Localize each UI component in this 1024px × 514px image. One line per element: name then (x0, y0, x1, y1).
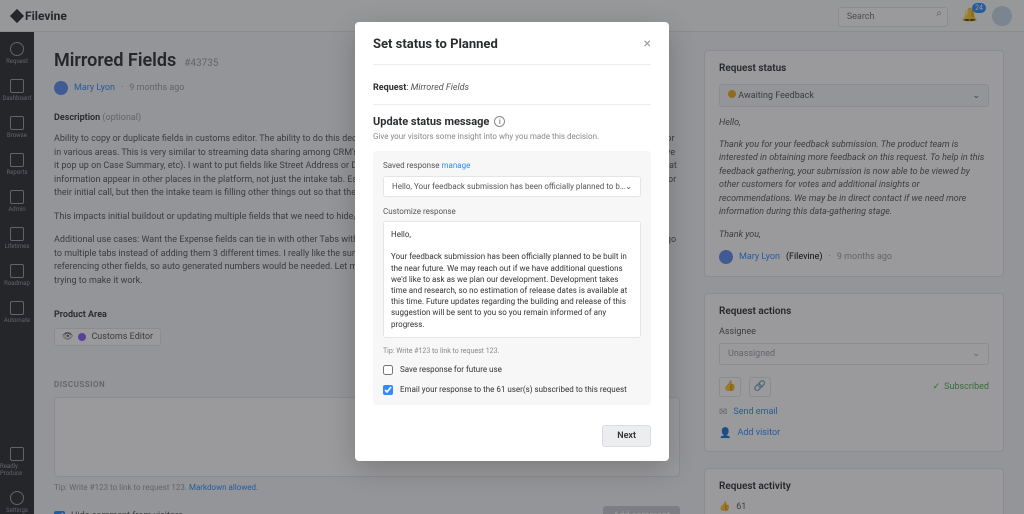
request-label: Request (373, 83, 406, 93)
email-users-checkbox[interactable]: Email your response to the 61 user(s) su… (383, 385, 641, 395)
chevron-down-icon: ⌄ (625, 182, 632, 191)
modal-overlay: Set status to Planned × Request: Mirrore… (0, 0, 1024, 514)
status-modal: Set status to Planned × Request: Mirrore… (355, 22, 669, 461)
email-users-input[interactable] (383, 385, 393, 395)
saved-response-select[interactable]: Hello, Your feedback submission has been… (383, 176, 641, 197)
customize-response-label: Customize response (383, 207, 641, 216)
info-icon[interactable]: i (494, 116, 505, 127)
manage-link[interactable]: manage (441, 161, 470, 170)
next-button[interactable]: Next (602, 425, 651, 447)
update-status-heading: Update status message (373, 115, 489, 128)
save-future-input[interactable] (383, 365, 393, 375)
response-tip: Tip: Write #123 to link to request 123. (383, 347, 641, 355)
saved-response-label: Saved response (383, 161, 441, 170)
response-textarea[interactable] (383, 221, 641, 338)
modal-close-button[interactable]: × (644, 36, 651, 52)
modal-title: Set status to Planned (373, 37, 498, 52)
save-future-checkbox[interactable]: Save response for future use (383, 365, 641, 375)
update-status-hint: Give your visitors some insight into why… (373, 132, 651, 141)
modal-request-name: Mirrored Fields (411, 83, 469, 93)
